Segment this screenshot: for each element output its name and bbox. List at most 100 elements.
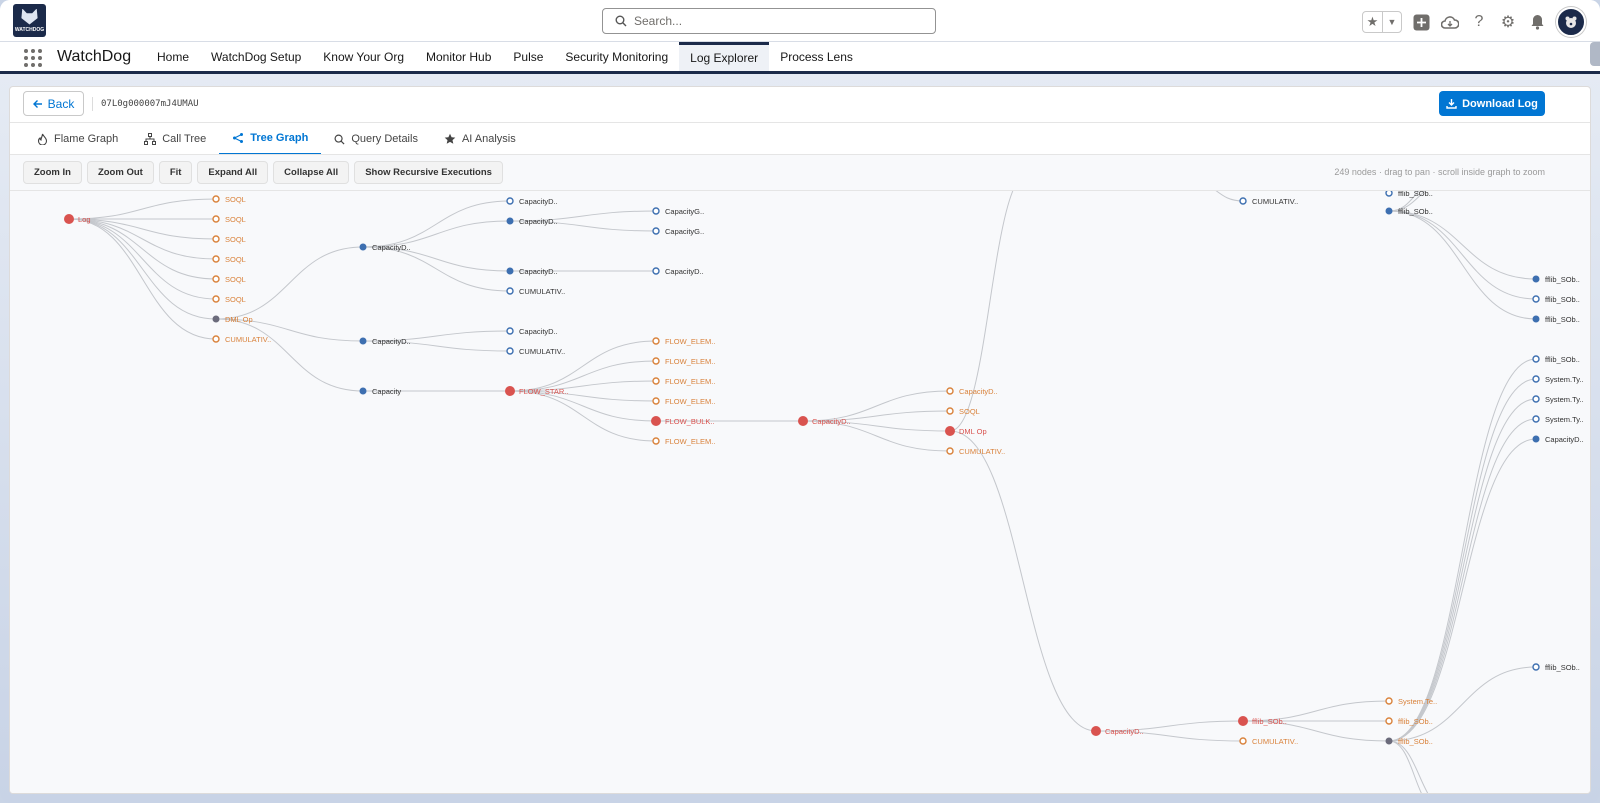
download-log-button[interactable]: Download Log: [1439, 91, 1545, 116]
nav-item-pulse[interactable]: Pulse: [502, 42, 554, 71]
graph-node[interactable]: System.Ty..: [1532, 375, 1584, 384]
graph-node[interactable]: fflib_SOb..: [1532, 275, 1580, 284]
nav-item-monitor-hub[interactable]: Monitor Hub: [415, 42, 502, 71]
graph-edge: [1388, 210, 1537, 280]
tree-graph-canvas[interactable]: Log SOQL SOQL SOQL SOQL SOQL SOQL DML Op CUMULAT…: [10, 191, 1591, 794]
graph-edge: [1388, 210, 1537, 300]
tab-ai-analysis[interactable]: AI Analysis: [431, 123, 529, 155]
gear-icon[interactable]: ⚙: [1498, 12, 1518, 32]
tab-label: Tree Graph: [250, 132, 309, 144]
graph-node[interactable]: SOQL: [946, 407, 980, 416]
graph-node[interactable]: CapacityD..: [1091, 726, 1144, 736]
nav-item-watchdog-setup[interactable]: WatchDog Setup: [200, 42, 312, 71]
graph-node[interactable]: DML Op: [945, 426, 987, 436]
node-marker: [212, 295, 220, 303]
add-icon[interactable]: [1411, 12, 1431, 32]
zoom-in-button[interactable]: Zoom In: [23, 161, 82, 184]
cloud-icon[interactable]: [1440, 12, 1460, 32]
nav-item-home[interactable]: Home: [146, 42, 200, 71]
graph-node[interactable]: CapacityG..: [652, 207, 704, 216]
global-header: WATCHDOG Search... ★ ▼ ? ⚙: [0, 0, 1600, 42]
graph-edge: [362, 200, 511, 248]
graph-node[interactable]: CapacityD..: [798, 416, 851, 426]
graph-node[interactable]: SOQL: [212, 235, 246, 244]
expand-all-button[interactable]: Expand All: [197, 161, 269, 184]
nav-item-security-monitoring[interactable]: Security Monitoring: [554, 42, 679, 71]
side-panel-handle[interactable]: [1590, 42, 1600, 66]
tab-query-details[interactable]: Query Details: [321, 123, 431, 155]
graph-node[interactable]: fflib_SOb..: [1532, 663, 1580, 672]
graph-node[interactable]: CUMULATIV..: [1239, 197, 1298, 206]
graph-node[interactable]: FLOW_ELEM..: [652, 377, 715, 386]
node-label: DML Op: [225, 315, 253, 324]
nav-item-know-your-org[interactable]: Know Your Org: [312, 42, 415, 71]
watchdog-logo[interactable]: WATCHDOG: [13, 4, 46, 37]
graph-node[interactable]: FLOW_BULK..: [651, 416, 715, 426]
app-launcher-icon[interactable]: [24, 49, 42, 67]
graph-node[interactable]: System.Ty..: [1532, 415, 1584, 424]
graph-node[interactable]: CapacityG..: [652, 227, 704, 236]
graph-node[interactable]: SOQL: [212, 255, 246, 264]
node-label: CUMULATIV..: [1252, 197, 1298, 206]
bell-icon[interactable]: [1527, 12, 1547, 32]
graph-node[interactable]: fflib_SOb..: [1532, 355, 1580, 364]
graph-node[interactable]: FLOW_ELEM..: [652, 437, 715, 446]
graph-node[interactable]: Log: [64, 214, 91, 224]
node-marker: [1532, 355, 1540, 363]
node-marker: [1385, 737, 1393, 745]
tab-call-tree[interactable]: Call Tree: [131, 123, 219, 155]
graph-node[interactable]: CUMULATIV..: [506, 287, 565, 296]
graph-node[interactable]: fflib_SOb..: [1532, 295, 1580, 304]
node-label: DML Op: [959, 427, 987, 436]
search-placeholder: Search...: [634, 14, 683, 28]
graph-node[interactable]: SOQL: [212, 295, 246, 304]
graph-node[interactable]: FLOW_ELEM..: [652, 397, 715, 406]
graph-node[interactable]: System.Te..: [1385, 697, 1437, 706]
graph-node[interactable]: SOQL: [212, 275, 246, 284]
global-search-input[interactable]: Search...: [602, 8, 936, 34]
node-label: FLOW_ELEM..: [665, 357, 715, 366]
graph-node[interactable]: CUMULATIV..: [946, 447, 1005, 456]
graph-node[interactable]: CapacityD..: [652, 267, 704, 276]
graph-node[interactable]: CapacityD..: [946, 387, 998, 396]
node-marker: [359, 387, 367, 395]
graph-node[interactable]: System.Ty..: [1532, 395, 1584, 404]
graph-node[interactable]: CUMULATIV..: [212, 335, 271, 344]
search-icon: [615, 15, 627, 27]
zoom-out-button[interactable]: Zoom Out: [86, 161, 154, 184]
back-button[interactable]: Back: [23, 91, 84, 116]
graph-node[interactable]: DML Op: [212, 315, 253, 324]
graph-node[interactable]: FLOW_ELEM..: [652, 337, 715, 346]
graph-node[interactable]: fflib_SOb..: [1385, 191, 1433, 198]
graph-node[interactable]: fflib_SOb..: [1532, 315, 1580, 324]
tab-tree-graph[interactable]: Tree Graph: [219, 123, 322, 155]
graph-node[interactable]: fflib_SOb..: [1238, 716, 1287, 726]
fit-button[interactable]: Fit: [158, 161, 193, 184]
chevron-down-icon[interactable]: ▼: [1381, 12, 1401, 32]
graph-node[interactable]: CapacityD..: [506, 327, 558, 336]
graph-node[interactable]: CUMULATIV..: [1239, 737, 1298, 746]
graph-node[interactable]: fflib_SOb..: [1385, 717, 1433, 726]
tab-flame-graph[interactable]: Flame Graph: [24, 123, 131, 155]
help-icon[interactable]: ?: [1469, 12, 1489, 32]
graph-node[interactable]: Capacity: [359, 387, 402, 396]
graph-edge: [362, 246, 511, 292]
nav-item-process-lens[interactable]: Process Lens: [769, 42, 864, 71]
show-recursive-executions-button[interactable]: Show Recursive Executions: [354, 161, 503, 184]
graph-node[interactable]: CapacityD..: [1532, 435, 1584, 444]
nav-item-log-explorer[interactable]: Log Explorer: [679, 42, 770, 71]
tree-graph-svg[interactable]: Log SOQL SOQL SOQL SOQL SOQL SOQL DML Op CUMULAT…: [10, 191, 1591, 794]
avatar[interactable]: [1556, 7, 1586, 37]
graph-node[interactable]: FLOW_STAR..: [505, 386, 568, 396]
star-icon[interactable]: ★: [1363, 12, 1382, 32]
graph-node[interactable]: CapacityD..: [506, 197, 558, 206]
graph-node[interactable]: FLOW_ELEM..: [652, 357, 715, 366]
node-marker: [1239, 197, 1247, 205]
node-marker: [212, 335, 220, 343]
collapse-all-button[interactable]: Collapse All: [273, 161, 350, 184]
graph-node[interactable]: CUMULATIV..: [506, 347, 565, 356]
share-icon: [232, 132, 244, 144]
graph-node[interactable]: SOQL: [212, 195, 246, 204]
tab-label: Query Details: [351, 133, 418, 145]
graph-node[interactable]: SOQL: [212, 215, 246, 224]
